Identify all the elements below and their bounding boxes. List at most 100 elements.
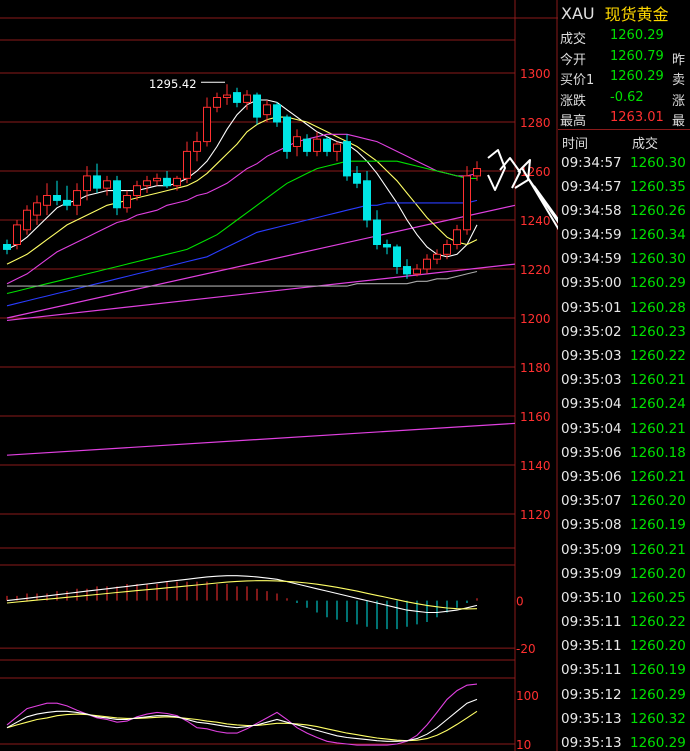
tick-row[interactable]: 09:35:02 1260.23 <box>558 321 690 345</box>
tick-row[interactable]: 09:34:59 1260.30 <box>558 248 690 272</box>
tick-row[interactable]: 09:35:07 1260.20 <box>558 490 690 514</box>
candle-body <box>13 224 21 245</box>
candle-body <box>473 168 481 177</box>
candle-body <box>253 94 261 118</box>
candle <box>333 141 341 162</box>
tick-time: 09:34:58 <box>561 202 622 219</box>
candle <box>353 166 361 189</box>
quote-row: 买价1 1260.29 卖 <box>558 67 690 88</box>
candle-body <box>193 141 201 152</box>
tick-time: 09:35:00 <box>561 275 622 292</box>
candle <box>163 171 171 189</box>
ticks-time-header: 时间 <box>562 136 589 152</box>
tick-row[interactable]: 09:34:59 1260.34 <box>558 224 690 248</box>
candle <box>363 171 371 228</box>
tick-price: 1260.20 <box>630 565 686 582</box>
candle-body <box>183 150 191 179</box>
tick-row[interactable]: 09:35:08 1260.19 <box>558 514 690 538</box>
candle-body <box>163 177 171 187</box>
candle-body <box>363 180 371 221</box>
candle-body <box>303 138 311 152</box>
symbol-header: XAU 现货黄金 <box>558 0 690 26</box>
tick-row[interactable]: 09:35:03 1260.21 <box>558 369 690 393</box>
quote-value: 1263.01 <box>610 110 664 125</box>
candle-body <box>403 266 411 275</box>
candle <box>233 87 241 108</box>
candle-body <box>273 104 281 123</box>
candle <box>383 239 391 255</box>
candle <box>453 224 461 250</box>
quote-value: 1260.29 <box>610 69 664 84</box>
drawn-arrow-overlay <box>487 149 558 231</box>
tick-time: 09:35:12 <box>561 686 622 703</box>
ticks-list[interactable]: 09:34:57 1260.30 09:34:57 1260.35 09:34:58 12… <box>558 152 690 751</box>
candle <box>283 114 291 159</box>
candle-body <box>293 136 301 147</box>
tick-price: 1260.25 <box>630 589 686 606</box>
tick-row[interactable]: 09:34:58 1260.26 <box>558 200 690 224</box>
tick-row[interactable]: 09:35:00 1260.29 <box>558 272 690 296</box>
tick-row[interactable]: 09:35:13 1260.29 <box>558 732 690 751</box>
tick-row[interactable]: 09:35:06 1260.21 <box>558 466 690 490</box>
candle <box>273 102 281 127</box>
candle-body <box>383 244 391 248</box>
ma-line <box>6 99 478 258</box>
y-tick-label: 1220 <box>520 263 551 277</box>
quote-label: 今开 <box>560 52 587 68</box>
candle <box>423 254 431 274</box>
candle <box>463 166 471 235</box>
kdj-panel[interactable] <box>6 683 478 746</box>
tick-row[interactable]: 09:35:04 1260.24 <box>558 393 690 417</box>
y-tick-label: 1200 <box>520 312 551 326</box>
y-tick-label: 1240 <box>520 214 551 228</box>
tick-row[interactable]: 09:35:09 1260.20 <box>558 563 690 587</box>
tick-row[interactable]: 09:35:10 1260.25 <box>558 587 690 611</box>
tick-row[interactable]: 09:35:11 1260.20 <box>558 635 690 659</box>
candle <box>213 92 221 113</box>
tick-row[interactable]: 09:35:11 1260.22 <box>558 611 690 635</box>
candle-body <box>103 180 111 189</box>
candle-body <box>393 246 401 268</box>
tick-time: 09:35:13 <box>561 710 622 727</box>
chart-area[interactable]: 1295.42 13001280126012401220120011801160… <box>0 0 558 751</box>
tick-row[interactable]: 09:35:09 1260.21 <box>558 539 690 563</box>
tick-row[interactable]: 09:35:11 1260.19 <box>558 659 690 683</box>
tick-price: 1260.19 <box>630 517 686 534</box>
candle <box>223 84 231 105</box>
candle <box>23 205 31 235</box>
tick-row[interactable]: 09:35:06 1260.18 <box>558 442 690 466</box>
tick-price: 1260.21 <box>630 468 686 485</box>
macd-panel[interactable] <box>6 575 478 630</box>
tick-row[interactable]: 09:35:13 1260.32 <box>558 708 690 732</box>
candle <box>203 97 211 147</box>
tick-time: 09:35:11 <box>561 662 622 679</box>
tick-row[interactable]: 09:35:12 1260.29 <box>558 684 690 708</box>
tick-price: 1260.21 <box>630 541 686 558</box>
y-tick-label: 1160 <box>520 410 551 424</box>
symbol-code: XAU <box>561 3 595 23</box>
tick-row[interactable]: 09:35:01 1260.28 <box>558 297 690 321</box>
tick-time: 09:35:06 <box>561 468 622 485</box>
quote-row: 涨跌 -0.62 涨 <box>558 88 690 109</box>
candlestick-series[interactable] <box>3 84 481 279</box>
trend-line <box>6 263 516 322</box>
tick-price: 1260.24 <box>630 396 686 413</box>
tick-row[interactable]: 09:35:03 1260.22 <box>558 345 690 369</box>
tick-time: 09:35:13 <box>561 735 622 751</box>
candle-body <box>23 209 31 231</box>
candle-body <box>153 177 161 182</box>
tick-time: 09:35:07 <box>561 493 622 510</box>
tick-price: 1260.29 <box>630 735 686 751</box>
tick-row[interactable]: 09:34:57 1260.35 <box>558 176 690 200</box>
candle <box>433 249 441 265</box>
candle <box>253 92 261 125</box>
trend-line <box>6 422 516 456</box>
y-tick-label: 1120 <box>520 508 551 522</box>
tick-price: 1260.30 <box>630 251 686 268</box>
tick-price: 1260.32 <box>630 710 686 727</box>
candle <box>13 220 21 250</box>
tick-row[interactable]: 09:34:57 1260.30 <box>558 152 690 176</box>
y-tick-label: 1140 <box>520 459 551 473</box>
tick-row[interactable]: 09:35:04 1260.21 <box>558 418 690 442</box>
ticks-price-header: 成交 <box>632 136 659 152</box>
